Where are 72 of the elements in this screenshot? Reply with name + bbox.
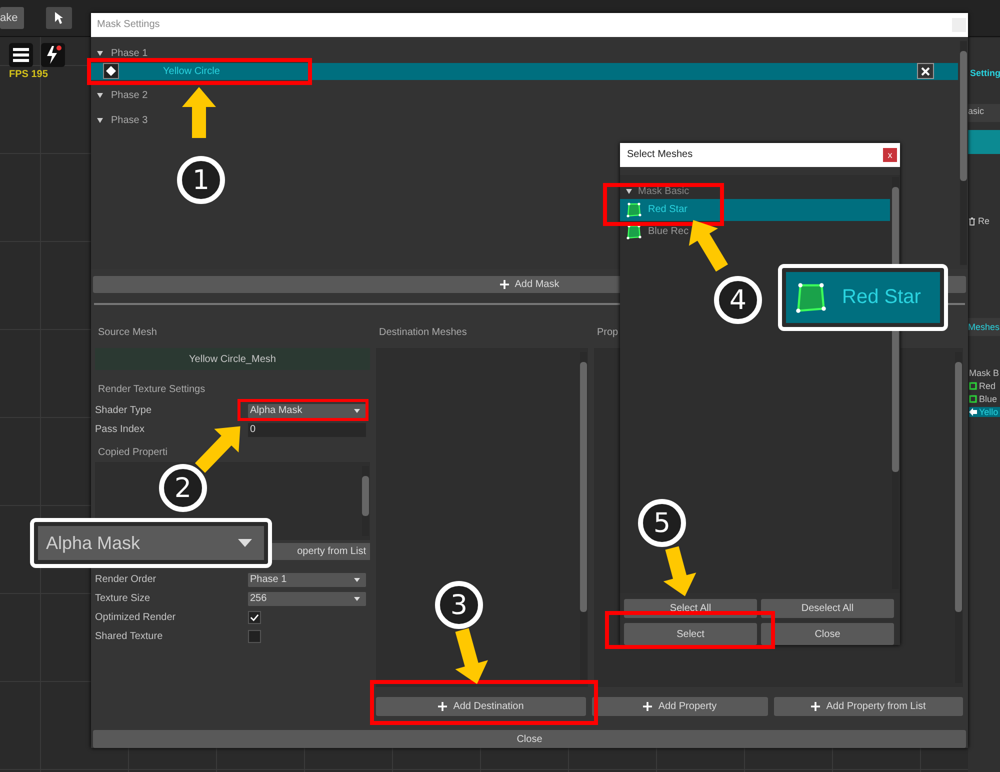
section-label: Copied Properti xyxy=(97,447,168,458)
scrollbar[interactable] xyxy=(960,40,967,265)
panel-button[interactable] xyxy=(968,130,1000,154)
pointer-arrow xyxy=(182,87,216,138)
source-mesh-button[interactable]: Yellow Circle_Mesh xyxy=(95,348,370,370)
tree-item[interactable]: Mask B xyxy=(969,368,1000,378)
mesh-row[interactable]: Red Star xyxy=(620,198,890,221)
dropdown[interactable]: Phase 1 xyxy=(248,572,366,587)
panel-tab[interactable]: asic xyxy=(968,104,1000,122)
mesh-icon xyxy=(794,280,828,314)
dropdown[interactable]: Alpha Mask xyxy=(248,404,366,418)
scrollbar[interactable] xyxy=(362,466,369,536)
section-label: Source Mesh xyxy=(97,326,158,340)
section-label: Prop xyxy=(596,326,620,340)
arrow-icon xyxy=(969,408,977,416)
checkbox[interactable] xyxy=(248,630,261,644)
menu-button[interactable] xyxy=(9,43,33,67)
checkbox[interactable] xyxy=(248,611,261,624)
dialog-button[interactable]: Close xyxy=(761,623,894,645)
lightning-button[interactable] xyxy=(41,43,65,67)
plus-icon xyxy=(811,702,820,712)
lightning-icon xyxy=(44,45,62,65)
mask-row[interactable]: Yellow Circle xyxy=(91,62,958,80)
tree-item[interactable]: Blue xyxy=(969,394,1000,404)
mesh-icon xyxy=(626,202,642,218)
add-property-button[interactable]: Add Property xyxy=(592,697,768,716)
panel-title: Setting xyxy=(969,67,1000,80)
add-property-button[interactable]: Add Property from List xyxy=(774,697,963,716)
window-title: Mask Settings xyxy=(97,19,160,30)
pointer-arrow xyxy=(194,426,240,473)
mesh-icon xyxy=(626,224,642,240)
tree-item[interactable]: Yello xyxy=(969,407,1000,417)
input-field[interactable]: 0 xyxy=(248,422,366,437)
pointer-arrow xyxy=(663,546,696,596)
delete-icon[interactable] xyxy=(917,63,934,80)
phase-header[interactable]: Phase 3 xyxy=(91,112,968,130)
dialog-close-button[interactable]: x xyxy=(883,148,897,162)
mesh-row[interactable]: Blue Rec xyxy=(620,220,890,243)
plus-icon xyxy=(643,702,652,712)
pointer-arrow xyxy=(688,220,728,272)
dialog-button[interactable]: Deselect All xyxy=(761,599,894,618)
pointer-arrow xyxy=(455,628,488,684)
add-destination-button[interactable]: Add Destination xyxy=(376,697,586,716)
diamond-icon xyxy=(103,63,119,80)
mesh-row[interactable]: Mask Basic xyxy=(620,184,890,199)
phase-header[interactable]: Phase 1 xyxy=(91,44,968,63)
close-button[interactable]: Close xyxy=(93,730,966,748)
trash-icon xyxy=(968,216,976,226)
tree-item[interactable]: Red xyxy=(969,381,1000,391)
scrollbar[interactable] xyxy=(955,352,962,684)
dropdown[interactable]: 256 xyxy=(248,592,366,606)
plus-icon xyxy=(438,702,448,712)
cursor-icon xyxy=(54,11,64,25)
field-label: Optimized Render xyxy=(95,612,177,624)
mesh-row: Red Star xyxy=(786,272,940,323)
field-label: Render Order xyxy=(95,574,158,586)
dialog-button[interactable]: Select xyxy=(624,623,757,645)
dialog-title: Select Meshes xyxy=(627,149,693,160)
fps-counter: FPS 195 xyxy=(9,69,49,80)
section-header: Meshes xyxy=(968,318,1000,336)
section-label: Destination Meshes xyxy=(378,326,468,340)
field-label: Shader Type xyxy=(95,405,153,416)
toolbar-button[interactable]: ake xyxy=(0,7,24,29)
remove-button[interactable]: Re xyxy=(968,210,1000,232)
section-label: Render Texture Settings xyxy=(97,384,206,396)
tool-button[interactable] xyxy=(46,7,72,29)
plus-icon xyxy=(500,280,509,289)
menu-icon xyxy=(13,48,29,62)
field-label: Texture Size xyxy=(95,593,152,604)
field-label: Shared Texture xyxy=(95,631,164,642)
phase-header[interactable]: Phase 2 xyxy=(91,86,968,105)
field-label: Pass Index xyxy=(95,424,146,436)
